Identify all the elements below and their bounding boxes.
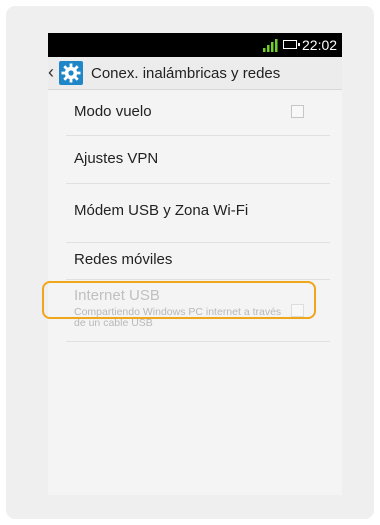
setting-label: Modo vuelo — [74, 103, 152, 120]
setting-label: Ajustes VPN — [74, 150, 159, 167]
status-bar: 22:02 — [48, 33, 342, 57]
highlight-redes-moviles — [42, 281, 316, 319]
settings-gear-icon[interactable] — [59, 61, 83, 85]
page-title: Conex. inalámbricas y redes — [91, 65, 281, 82]
signal-icon — [263, 39, 278, 52]
setting-label: Módem USB y Zona Wi-Fi — [74, 202, 249, 219]
setting-row-modo-vuelo[interactable]: Modo vuelo — [66, 89, 330, 136]
back-chevron-icon[interactable]: ‹ — [48, 62, 54, 83]
phone-screen: 22:02 ‹ Conex. inalámbricas y redes Modo… — [48, 33, 342, 495]
battery-icon — [283, 40, 300, 49]
setting-row-redes-moviles[interactable]: Redes móviles — [66, 242, 330, 280]
setting-row-ajustes-vpn[interactable]: Ajustes VPN — [66, 135, 330, 184]
action-bar: ‹ Conex. inalámbricas y redes — [48, 57, 342, 90]
modo-vuelo-checkbox[interactable] — [291, 105, 304, 118]
setting-label: Redes móviles — [74, 251, 173, 268]
status-time: 22:02 — [302, 37, 338, 53]
setting-row-modem-usb[interactable]: Módem USB y Zona Wi-Fi — [66, 183, 330, 243]
